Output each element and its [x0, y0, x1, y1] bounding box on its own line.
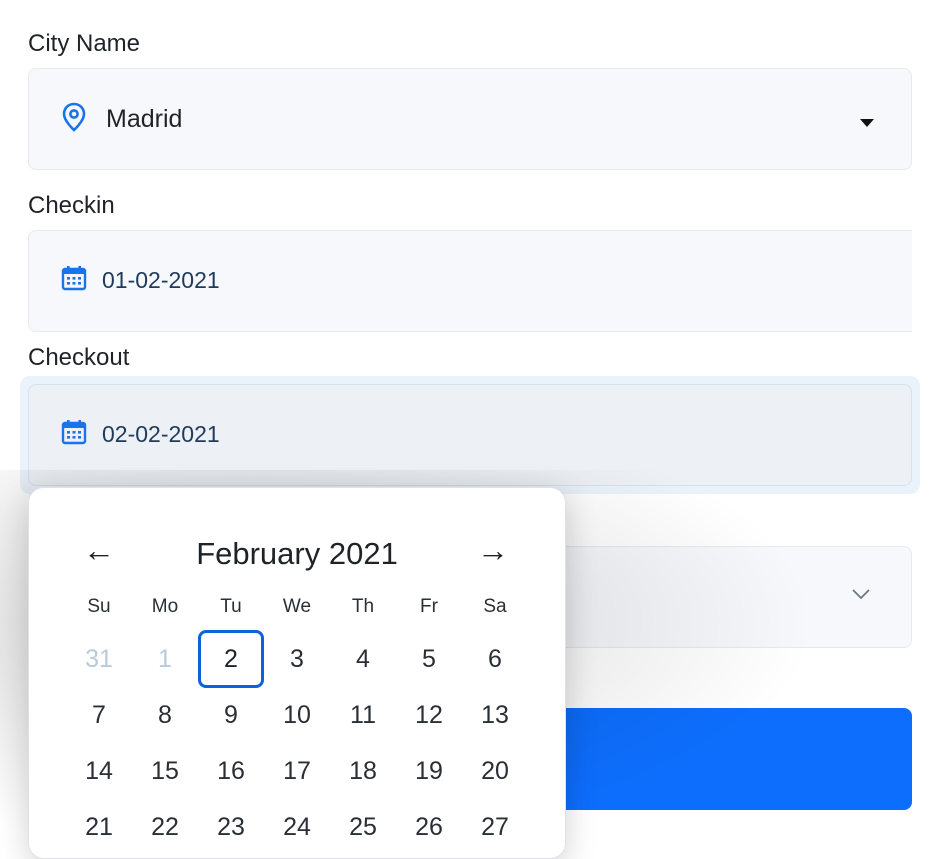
date-picker-popover: ← February 2021 → Su Mo Tu We Th Fr Sa 3…: [28, 487, 566, 859]
checkin-value: 01-02-2021: [102, 267, 220, 293]
calendar-day-label: 16: [217, 756, 245, 785]
calendar-day-label: 21: [85, 812, 113, 841]
checkout-value: 02-02-2021: [102, 421, 220, 447]
calendar-day[interactable]: 6: [462, 631, 528, 687]
chevron-down-icon: [851, 587, 871, 605]
calendar-day[interactable]: 16: [198, 743, 264, 799]
calendar-day-label: 9: [224, 700, 238, 729]
calendar-day[interactable]: 21: [66, 799, 132, 855]
calendar-day-label: 24: [283, 812, 311, 841]
calendar-day-label: 17: [283, 756, 311, 785]
calendar-day[interactable]: 12: [396, 687, 462, 743]
calendar-day[interactable]: 9: [198, 687, 264, 743]
calendar-day[interactable]: 20: [462, 743, 528, 799]
next-month-arrow-icon[interactable]: →: [477, 534, 509, 566]
calendar-day-label: 27: [481, 812, 509, 841]
calendar-day-label: 7: [92, 700, 106, 729]
calendar-day[interactable]: 4: [330, 631, 396, 687]
calendar-day[interactable]: 3: [264, 631, 330, 687]
calendar-day[interactable]: 23: [198, 799, 264, 855]
calendar-day-selected[interactable]: 2: [198, 630, 264, 688]
checkin-date-field[interactable]: 01-02-2021: [28, 230, 912, 332]
calendar-day-label: 13: [481, 700, 509, 729]
calendar-day[interactable]: 5: [396, 631, 462, 687]
weekday-th: Th: [351, 596, 375, 617]
city-select[interactable]: Madrid: [28, 68, 912, 170]
weekday-fr: Fr: [420, 596, 438, 617]
calendar-day[interactable]: 13: [462, 687, 528, 743]
weekday-mo: Mo: [151, 596, 179, 617]
calendar-icon: [61, 419, 87, 450]
calendar-day-label: 5: [422, 644, 436, 673]
calendar-day-label: 23: [217, 812, 245, 841]
weekday-sa: Sa: [483, 596, 507, 617]
calendar-day[interactable]: 14: [66, 743, 132, 799]
calendar-day-label: 3: [290, 644, 304, 673]
calendar-day[interactable]: 22: [132, 799, 198, 855]
day-grid: 31 1 2 3 4 5 6 7 8 9 10 11 12 13 14 15 16 17 18 19 20 21 22 23 2…: [66, 630, 528, 855]
calendar-day-label: 20: [481, 756, 509, 785]
calendar-day[interactable]: 26: [396, 799, 462, 855]
calendar-day-label: 22: [151, 812, 179, 841]
calendar-day-label: 25: [349, 812, 377, 841]
city-value: Madrid: [106, 105, 183, 133]
calendar-day[interactable]: 17: [264, 743, 330, 799]
calendar-day-label: 15: [151, 756, 179, 785]
checkout-label: Checkout: [28, 344, 130, 371]
caret-down-icon: [859, 115, 875, 133]
calendar-day[interactable]: 27: [462, 799, 528, 855]
calendar-day-label: 8: [158, 700, 172, 729]
checkin-label: Checkin: [28, 192, 115, 219]
city-label: City Name: [28, 30, 141, 57]
weekday-su: Su: [87, 596, 111, 617]
calendar-day-label: 6: [488, 644, 502, 673]
weekday-tu: Tu: [220, 596, 242, 617]
weekday-we: We: [282, 596, 312, 617]
calendar-day[interactable]: 8: [132, 687, 198, 743]
calendar-day[interactable]: 25: [330, 799, 396, 855]
checkout-date-field[interactable]: 02-02-2021: [28, 384, 912, 486]
calendar-day-label: 14: [85, 756, 113, 785]
location-pin-icon: [61, 101, 87, 138]
calendar-day-label: 19: [415, 756, 443, 785]
calendar-day-label: 2: [198, 630, 264, 688]
calendar-day[interactable]: 15: [132, 743, 198, 799]
calendar-day[interactable]: 31: [66, 631, 132, 687]
calendar-day-label: 1: [158, 644, 172, 673]
calendar-day-label: 12: [415, 700, 443, 729]
calendar-day[interactable]: 24: [264, 799, 330, 855]
weekday-header: Su Mo Tu We Th Fr Sa: [66, 596, 526, 618]
calendar-day-label: 11: [350, 700, 376, 729]
calendar-day[interactable]: 1: [132, 631, 198, 687]
calendar-day[interactable]: 18: [330, 743, 396, 799]
calendar-day[interactable]: 19: [396, 743, 462, 799]
calendar-day-label: 18: [349, 756, 377, 785]
calendar-day[interactable]: 11: [330, 687, 396, 743]
calendar-day-label: 26: [415, 812, 443, 841]
calendar-day-label: 31: [85, 644, 113, 673]
calendar-day-label: 4: [356, 644, 370, 673]
calendar-day[interactable]: 7: [66, 687, 132, 743]
calendar-day[interactable]: 10: [264, 687, 330, 743]
calendar-icon: [61, 265, 87, 296]
calendar-day-label: 10: [283, 700, 311, 729]
